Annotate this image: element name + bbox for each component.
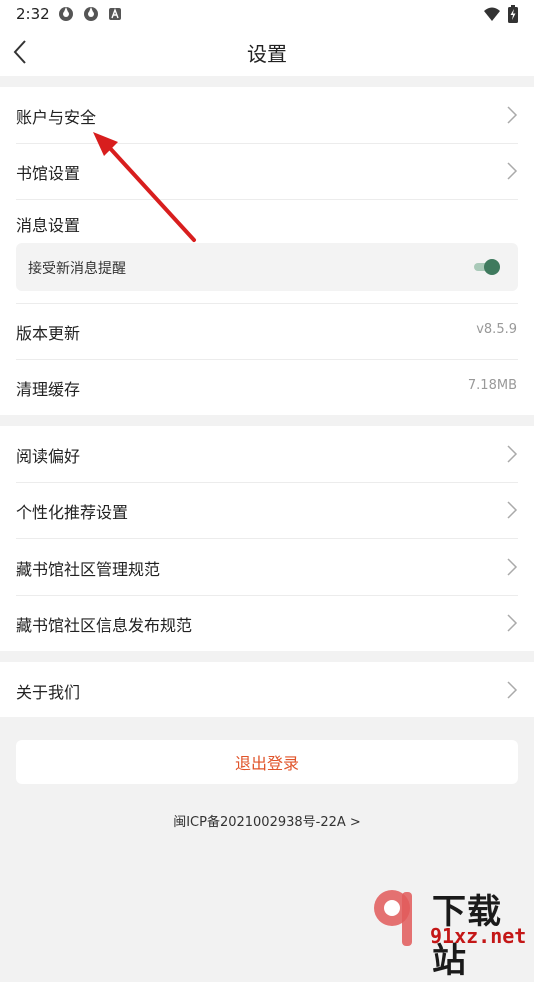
watermark-domain: 91xz.net (430, 924, 527, 948)
icp-link[interactable]: 闽ICP备2021002938号-22A > (0, 811, 534, 830)
page-title: 设置 (247, 42, 287, 66)
community-management-row[interactable]: 藏书馆社区管理规范 (0, 539, 534, 595)
chevron-right-icon (507, 614, 518, 632)
clear-cache-label: 清理缓存 (16, 380, 81, 399)
community-publish-row[interactable]: 藏书馆社区信息发布规范 (0, 595, 534, 651)
personalized-recommend-label: 个性化推荐设置 (16, 503, 129, 522)
app-icon-2 (84, 7, 98, 21)
reading-preference-label: 阅读偏好 (16, 447, 81, 466)
settings-section-preferences: 阅读偏好 个性化推荐设置 藏书馆社区管理规范 藏书馆社区信息发布规范 (0, 426, 534, 651)
version-value: v8.5.9 (476, 322, 517, 337)
account-security-row[interactable]: 账户与安全 (0, 87, 534, 143)
account-security-label: 账户与安全 (16, 108, 97, 127)
community-management-label: 藏书馆社区管理规范 (16, 560, 161, 579)
settings-section-about: 关于我们 (0, 662, 534, 717)
cache-size-value: 7.18MB (467, 378, 517, 393)
chevron-right-icon (507, 681, 518, 699)
settings-section-main: 账户与安全 书馆设置 消息设置 接受新消息提醒 版本更新 v8.5.9 清理缓存… (0, 87, 534, 415)
message-settings-row: 消息设置 (0, 199, 534, 247)
status-time: 2:32 (16, 5, 50, 23)
app-icon-1 (59, 7, 73, 21)
library-settings-label: 书馆设置 (16, 164, 81, 183)
about-us-label: 关于我们 (16, 683, 81, 702)
message-settings-label: 消息设置 (16, 216, 81, 235)
wifi-icon (484, 7, 500, 21)
receive-message-card: 接受新消息提醒 (16, 243, 518, 291)
chevron-right-icon (507, 445, 518, 463)
toggle-knob (484, 259, 500, 275)
logout-button[interactable]: 退出登录 (16, 740, 518, 784)
battery-charging-icon (508, 5, 518, 23)
chevron-right-icon (507, 558, 518, 576)
version-update-label: 版本更新 (16, 324, 81, 343)
personalized-recommend-row[interactable]: 个性化推荐设置 (0, 482, 534, 538)
library-settings-row[interactable]: 书馆设置 (0, 143, 534, 199)
about-us-row[interactable]: 关于我们 (0, 662, 534, 717)
watermark-logo-icon (374, 890, 412, 946)
version-update-row[interactable]: 版本更新 v8.5.9 (0, 303, 534, 359)
chevron-right-icon (507, 501, 518, 519)
chevron-right-icon (507, 106, 518, 124)
community-publish-label: 藏书馆社区信息发布规范 (16, 616, 193, 635)
clear-cache-row[interactable]: 清理缓存 7.18MB (0, 359, 534, 415)
status-bar: 2:32 (0, 0, 534, 28)
reading-preference-row[interactable]: 阅读偏好 (0, 426, 534, 482)
header: 设置 (0, 28, 534, 76)
receive-message-toggle[interactable] (472, 259, 500, 275)
site-watermark: 下载站 91xz.net (368, 884, 534, 981)
chevron-right-icon (507, 162, 518, 180)
notification-a-icon (109, 8, 121, 20)
receive-message-label: 接受新消息提醒 (28, 261, 126, 277)
